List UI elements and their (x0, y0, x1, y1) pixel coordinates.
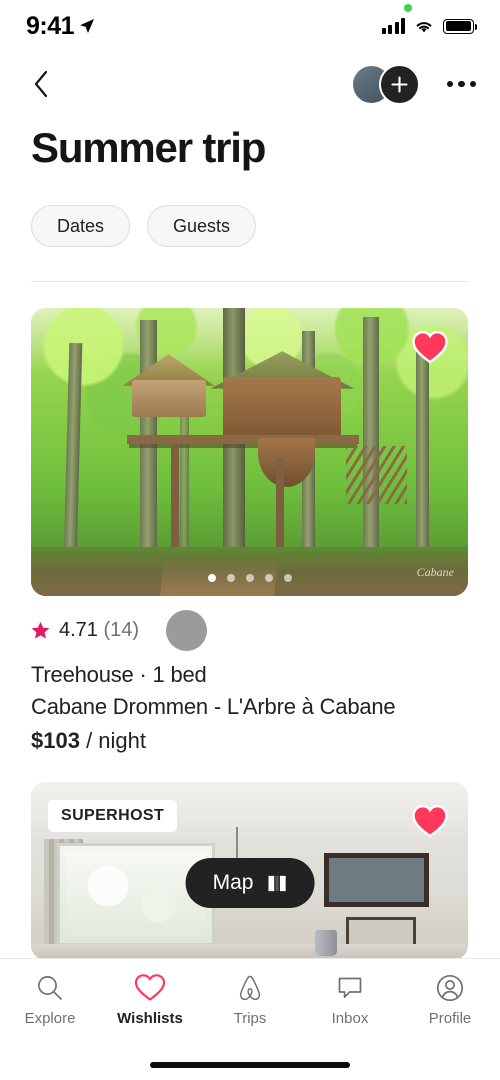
rating-value: 4.71 (59, 619, 98, 641)
filter-chip-dates[interactable]: Dates (31, 205, 131, 247)
section-divider (31, 281, 469, 282)
status-time-text: 9:41 (26, 11, 75, 40)
review-count: (14) (103, 619, 140, 641)
tab-explore[interactable]: Explore (0, 973, 100, 1027)
carousel-dot (283, 574, 292, 582)
carousel-dot (207, 574, 216, 582)
listing-card[interactable]: Cabane 4.71 (14) Treehouse · 1 bed Caban… (31, 308, 468, 754)
treehouse-photo-image (31, 308, 468, 596)
location-arrow-icon (80, 19, 95, 33)
tab-profile[interactable]: Profile (400, 973, 500, 1027)
nav-actions (352, 63, 476, 105)
plus-icon (390, 75, 408, 93)
photo-carousel-dots[interactable] (31, 574, 468, 582)
home-indicator (150, 1062, 350, 1068)
filter-chip-dates-label: Dates (57, 215, 105, 236)
tab-inbox-label: Inbox (331, 1010, 369, 1027)
price-amount: $103 (31, 728, 80, 753)
more-horizontal-icon (458, 80, 465, 88)
message-icon (335, 973, 365, 1003)
app-screen: 9:41 Summer trip Dates Guests Cabane 4.7… (0, 0, 500, 1080)
price-unit: / night (86, 728, 147, 753)
tab-trips[interactable]: Trips (200, 973, 300, 1027)
nav-bar (0, 56, 500, 112)
listing-photo[interactable]: Cabane (31, 308, 468, 596)
tab-trips-label: Trips (233, 1010, 267, 1027)
map-button[interactable]: Map (185, 858, 315, 908)
avatar-stack (352, 63, 420, 105)
page-title: Summer trip (31, 124, 266, 171)
listing-name: Cabane Drommen - L'Arbre à Cabane (31, 694, 396, 719)
more-options-button[interactable] (446, 80, 476, 88)
filter-chip-guests[interactable]: Guests (147, 205, 257, 247)
superhost-badge: SUPERHOST (48, 800, 178, 832)
map-button-label: Map (212, 871, 254, 894)
star-filled-icon (31, 621, 50, 639)
host-avatar[interactable] (166, 610, 208, 651)
tab-explore-label: Explore (24, 1010, 76, 1027)
tab-wishlists[interactable]: Wishlists (100, 973, 200, 1027)
map-folded-icon (268, 875, 286, 891)
add-member-button[interactable] (378, 63, 420, 105)
favorite-heart-button[interactable] (412, 804, 448, 838)
more-horizontal-icon (446, 80, 453, 88)
tab-wishlists-label: Wishlists (117, 1010, 183, 1027)
more-horizontal-icon (469, 80, 476, 88)
search-icon (35, 973, 65, 1003)
rating-row: 4.71 (14) (31, 610, 468, 651)
filter-chip-guests-label: Guests (173, 215, 231, 236)
status-bar: 9:41 (0, 0, 500, 52)
carousel-dot (264, 574, 273, 582)
tab-profile-label: Profile (428, 1010, 472, 1027)
tab-inbox[interactable]: Inbox (300, 973, 400, 1027)
status-time: 9:41 (26, 12, 95, 41)
listing-info: 4.71 (14) Treehouse · 1 bed Cabane Dromm… (31, 596, 468, 754)
listing-type: Treehouse · 1 bed (31, 662, 207, 687)
heart-icon (135, 973, 165, 1003)
airbnb-belo-icon (235, 973, 265, 1003)
filter-chips: Dates Guests (31, 205, 257, 247)
battery-full-icon (443, 18, 477, 34)
chevron-left-icon (34, 70, 48, 98)
cellular-signal-icon (381, 18, 405, 34)
carousel-dot (226, 574, 235, 582)
carousel-dot (245, 574, 254, 582)
person-circle-icon (435, 973, 465, 1003)
listing-price: $103 / night (31, 728, 468, 754)
back-button[interactable] (24, 67, 58, 101)
rating-text: 4.71 (14) (59, 619, 139, 642)
status-indicators (381, 4, 477, 34)
green-recording-dot (403, 4, 412, 12)
wifi-icon (416, 21, 432, 32)
favorite-heart-button[interactable] (412, 330, 448, 364)
